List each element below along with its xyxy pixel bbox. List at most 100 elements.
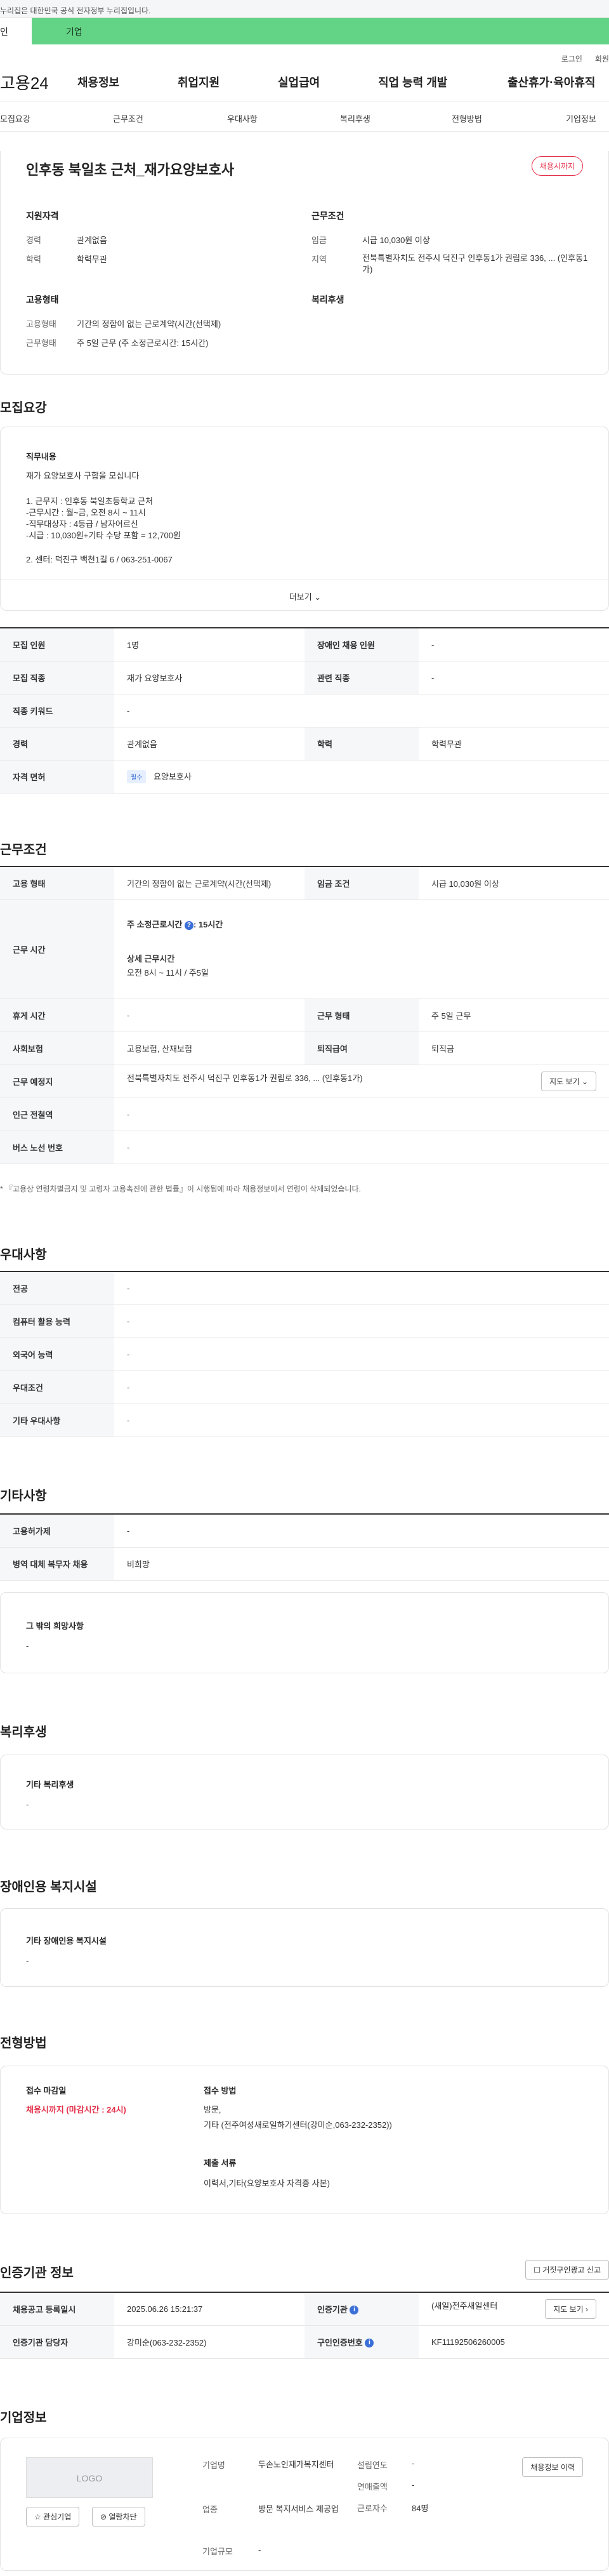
login-link[interactable]: 로그인: [561, 53, 582, 63]
duty-title: 직무내용: [26, 452, 56, 461]
recruit-section-title: 모집요강: [0, 401, 47, 415]
table-header: 우대조건: [0, 1371, 114, 1404]
sales-value: -: [412, 2480, 415, 2490]
table-header: 휴게 시간: [0, 999, 114, 1032]
sales-label: 연매출액: [357, 2482, 388, 2492]
company-section-title: 기업정보: [0, 2411, 47, 2425]
conditions-title: 근무조건: [311, 211, 344, 221]
required-badge: 필수: [127, 769, 147, 783]
welfare-section-title: 복리후생: [0, 1725, 47, 1739]
weekly-hours: 주 소정근로시간 ?: 15시간: [127, 918, 596, 932]
table-header: 사회보험: [0, 1032, 114, 1065]
disability-section-title: 장애인용 복지시설: [0, 1880, 97, 1894]
report-fake-ad-button[interactable]: ☐ 거짓구인광고 신고: [525, 2260, 609, 2280]
preference-table: 전공 - 컴퓨터 활용 능력 - 외국어 능력 - 우대조건 - 기타 우대사항 -: [0, 1271, 609, 1437]
agency-map-button[interactable]: 지도 보기 ›: [545, 2299, 596, 2319]
anchor-conditions[interactable]: 근무조건: [113, 112, 143, 124]
employment-type-title: 고용형태: [26, 295, 59, 305]
table-header: 모집 인원: [0, 627, 114, 661]
detail-hours-value: 오전 8시 ~ 11시 / 주5일: [127, 968, 209, 978]
edu-value: 학력무관: [77, 255, 107, 264]
global-nav: 고용24 채용정보 취업지원 실업급여 직업 능력 개발 출산휴가·육아휴직: [0, 61, 609, 96]
menu-employment-support[interactable]: 취업지원: [178, 74, 278, 90]
table-cell: 시급 10,030원 이상: [419, 866, 609, 900]
anchor-welfare[interactable]: 복리후생: [340, 112, 370, 124]
weekly-hours-value: : 15시간: [193, 920, 223, 929]
site-logo[interactable]: 고용24: [0, 70, 77, 94]
company-logo: LOGO: [26, 2457, 153, 2498]
table-cell: -: [114, 694, 609, 727]
interest-label: 관심기업: [43, 2513, 72, 2521]
table-header: 임금 조건: [304, 866, 419, 900]
table-cell: 기간의 정함이 없는 근로계약(시간(선택제): [114, 866, 304, 900]
anchor-recruit[interactable]: 모집요강: [0, 112, 30, 124]
agency-value: (새일)전주새일센터: [431, 2300, 498, 2311]
recruit-table: 모집 인원 1명 장애인 채용 인원 - 모집 직종 재가 요양보호사 관련 직…: [0, 627, 609, 793]
table-cell: 1명: [114, 627, 304, 661]
duty-card: 직무내용 재가 요양보호사 구합을 모십니다 1. 근무지 : 인후동 북일초등…: [0, 427, 609, 611]
table-row: 자격 면허 필수 요양보호사: [0, 760, 609, 793]
anchor-selection[interactable]: 전형방법: [452, 112, 482, 124]
emptype-label: 고용형태: [26, 319, 56, 329]
table-header: 모집 직종: [0, 661, 114, 694]
summary-card: 인후동 북일초 근처_재가요양보호사 채용시까지 지원자격 근무조건 경력 관계…: [0, 151, 609, 375]
interest-company-button[interactable]: ☆ 관심기업: [26, 2507, 80, 2526]
menu-parental-leave[interactable]: 출산휴가·육아휴직: [508, 74, 609, 90]
info-icon[interactable]: ?: [184, 920, 193, 930]
table-row: 근무 시간 주 소정근로시간 ?: 15시간 상세 근무시간 오전 8시 ~ 1…: [0, 900, 609, 999]
tab-company[interactable]: 기업: [32, 18, 609, 44]
table-header: 근무 시간: [0, 900, 114, 999]
info-icon[interactable]: i: [365, 2339, 374, 2348]
menu-unemployment-benefit[interactable]: 실업급여: [278, 74, 378, 90]
employees-value: 84명: [412, 2504, 429, 2513]
hiring-history-button[interactable]: 채용정보 이력: [522, 2457, 583, 2477]
user-type-tabs: 인 기업: [0, 18, 609, 44]
table-cell: -: [419, 661, 609, 694]
main-menu: 채용정보 취업지원 실업급여 직업 능력 개발 출산휴가·육아휴직: [77, 74, 609, 90]
table-cell: (새일)전주새일센터 지도 보기 ›: [419, 2292, 609, 2326]
table-row: 인근 전철역 -: [0, 1098, 609, 1131]
table-header: 고용허가제: [0, 1513, 114, 1548]
agency-label: 인증기관: [317, 2304, 348, 2314]
duty-line: 1. 근무지 : 인후동 북일초등학교 근처: [26, 496, 153, 506]
table-header: 버스 노선 번호: [0, 1131, 114, 1164]
tab-individual[interactable]: 인: [0, 18, 32, 44]
disability-box-value: -: [26, 1956, 29, 1965]
wage-label: 임금: [311, 236, 327, 245]
wage-value: 시급 10,030원 이상: [362, 236, 430, 245]
block-label: 열람차단: [108, 2513, 137, 2521]
table-header: 자격 면허: [0, 760, 114, 793]
worktype-label: 근무형태: [26, 338, 56, 348]
founded-value: -: [412, 2459, 415, 2468]
table-row: 경력 관계없음 학력 학력무관: [0, 727, 609, 760]
preference-section-title: 우대사항: [0, 1248, 47, 1262]
table-header: 퇴직급여: [304, 1032, 419, 1065]
menu-jobs[interactable]: 채용정보: [77, 74, 178, 90]
method-title: 접수 방법: [204, 2086, 237, 2095]
block-view-button[interactable]: ⊘ 열람차단: [92, 2507, 145, 2526]
industry-value: 방문 복지서비스 제공업: [258, 2504, 339, 2514]
anchor-preference[interactable]: 우대사항: [227, 112, 258, 124]
join-link[interactable]: 회원: [595, 53, 609, 63]
duty-line: -시급 : 10,030원+기타 수당 포함 = 12,700원: [26, 531, 181, 540]
welfare-box-value: -: [26, 1800, 29, 1809]
info-icon[interactable]: i: [350, 2306, 359, 2315]
menu-job-training[interactable]: 직업 능력 개발: [378, 74, 508, 90]
disability-box-title: 기타 장애인용 복지시설: [26, 1936, 107, 1946]
utility-menu: 로그인 회원: [0, 44, 609, 63]
table-cell: 비희망: [114, 1547, 609, 1581]
duty-line: -근무시간 : 월~금, 오전 8시 ~ 11시: [26, 508, 146, 517]
map-toggle-button[interactable]: 지도 보기 ⌄: [541, 1071, 596, 1091]
table-header: 학력: [304, 727, 419, 760]
table-header: 전공: [0, 1271, 114, 1305]
anchor-company[interactable]: 기업정보: [566, 112, 596, 124]
conditions-section-title: 근무조건: [0, 843, 47, 857]
table-row: 모집 인원 1명 장애인 채용 인원 -: [0, 627, 609, 661]
table-header: 근무 형태: [304, 999, 419, 1032]
more-button[interactable]: 더보기 ⌄: [1, 580, 609, 611]
age-notice: * 『고용상 연령차별금지 및 고령자 고용촉진에 관한 법률』이 시행됨에 따…: [0, 1185, 361, 1193]
emptype-value: 기간의 정함이 없는 근로계약(시간(선택제): [77, 319, 221, 329]
area-label: 지역: [311, 255, 327, 264]
table-cell: 학력무관: [419, 727, 609, 760]
table-cell: 고용보험, 산재보험: [114, 1032, 304, 1065]
